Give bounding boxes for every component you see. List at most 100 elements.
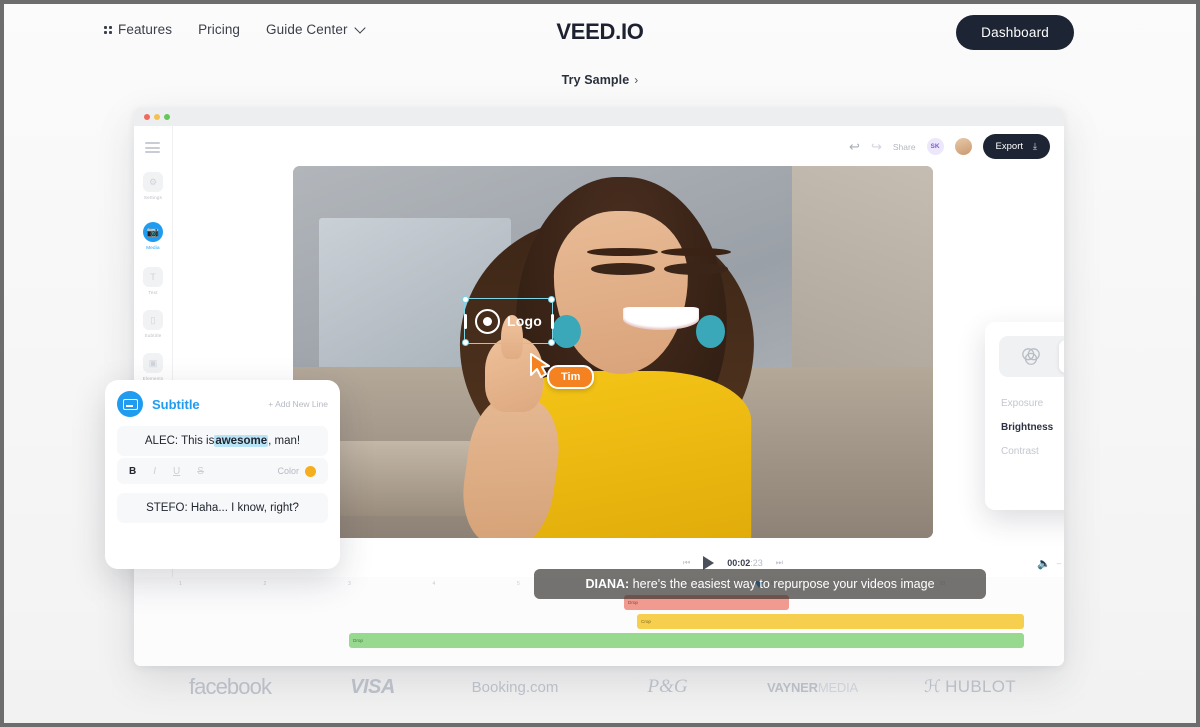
add-new-line-button[interactable]: + Add New Line: [268, 399, 328, 409]
video-caption[interactable]: DIANA: here's the easiest way to repurpo…: [534, 569, 986, 599]
caption-text: DIANA: here's the easiest way to repurpo…: [585, 577, 934, 591]
minimize-window-dot[interactable]: [154, 114, 160, 120]
export-button[interactable]: Export ⤓: [982, 134, 1050, 159]
volume-icon[interactable]: 🔈: [1037, 557, 1051, 570]
elements-icon: ▣: [143, 353, 163, 373]
sidebar-item-elements[interactable]: ▣ Elements: [134, 353, 172, 381]
adjust-row-exposure[interactable]: Exposure -24%: [1001, 391, 1064, 415]
person-eye-right: [664, 262, 729, 275]
close-window-dot[interactable]: [144, 114, 150, 120]
person-brow-left: [587, 247, 658, 256]
collaborator-cursor-tim: Tim: [529, 353, 595, 389]
redo-icon[interactable]: ↪: [871, 139, 882, 155]
window-titlebar: [134, 108, 1064, 126]
adjust-label-brightness: Brightness: [1001, 421, 1054, 433]
media-icon: 📷: [143, 222, 163, 242]
landing-page: Features Pricing Guide Center VEED.IO Da…: [4, 4, 1196, 723]
subtitle-panel: Subtitle + Add New Line ALEC: This is aw…: [105, 380, 340, 569]
adjust-row-brightness[interactable]: Brightness 37%: [1001, 415, 1064, 439]
color-swatch[interactable]: [305, 465, 316, 477]
ruler-tick: 3: [348, 581, 351, 587]
subtitle-line-1[interactable]: ALEC: This is awesome, man!: [117, 426, 328, 456]
skip-back-icon[interactable]: ⏮: [683, 558, 690, 568]
underline-button[interactable]: U: [173, 466, 180, 477]
resize-handle-top-right[interactable]: [548, 296, 555, 303]
chevron-right-icon: ›: [634, 73, 639, 87]
share-label[interactable]: Share: [893, 142, 916, 152]
dashboard-button[interactable]: Dashboard: [956, 15, 1074, 50]
tab-filters[interactable]: [1003, 340, 1059, 373]
sidebar-item-media[interactable]: 📷 Media: [134, 222, 172, 250]
ruler-tick: 1: [179, 581, 182, 587]
video-canvas[interactable]: [293, 166, 933, 538]
brand-vayner-main: VAYNER: [767, 679, 818, 695]
subtitle-icon: ▯: [143, 310, 163, 330]
gear-icon: ⚙: [143, 172, 163, 192]
resize-handle-bottom-right[interactable]: [548, 339, 555, 346]
brand-hublot-label: HUBLOT: [945, 677, 1016, 696]
adjustments-tabs: [999, 336, 1064, 377]
subtitle-icon: [117, 391, 143, 417]
time-main: 00:02: [727, 558, 751, 568]
cursor-label-tim: Tim: [547, 365, 595, 389]
playback-controls: ⏮ 00:02:23 ⏭: [293, 556, 1064, 570]
ruler-tick: 5: [517, 581, 520, 587]
top-navigation: Features Pricing Guide Center VEED.IO Da…: [4, 4, 1196, 60]
play-icon[interactable]: [703, 556, 715, 570]
adjustments-panel: Exposure -24% Brightness 37% Contrast -2…: [985, 322, 1064, 510]
subtitle-line1-post: , man!: [268, 435, 301, 447]
timeline-clip[interactable]: Drop: [349, 633, 1024, 648]
brand-logos: facebook VISA Booking.com P&G VAYNERMEDI…: [4, 674, 1196, 700]
avatar-initials: SK: [926, 138, 944, 155]
italic-button[interactable]: I: [153, 466, 156, 477]
avatar: [954, 138, 972, 155]
zoom-controls: – Fit to Screen + ⛶: [1057, 558, 1064, 568]
sidebar-item-subtitle[interactable]: ▯ Subtitle: [134, 310, 172, 338]
adjust-label-exposure: Exposure: [1001, 397, 1044, 409]
brand-hublot: ℋ HUBLOT: [888, 677, 1053, 697]
maximize-window-dot[interactable]: [164, 114, 170, 120]
person-brow-right: [661, 247, 732, 256]
logo-mark-icon: [474, 308, 500, 334]
zoom-out-button[interactable]: –: [1057, 559, 1061, 568]
timeline-clip[interactable]: Crop: [637, 614, 1024, 629]
try-sample-label: Try Sample: [561, 73, 630, 87]
brand-vaynermedia: VAYNERMEDIA: [738, 680, 888, 695]
subtitle-panel-header: Subtitle + Add New Line: [117, 391, 328, 417]
tab-adjust[interactable]: [1058, 340, 1064, 373]
editor-top-toolbar: ↩ ↪ Share SK Export ⤓: [849, 134, 1050, 159]
resize-handle-bottom-left[interactable]: [462, 339, 469, 346]
skip-forward-icon[interactable]: ⏭: [776, 558, 783, 568]
sidebar-label-text: Text: [148, 290, 158, 295]
person-eye-left: [590, 262, 655, 275]
strikethrough-button[interactable]: S: [197, 466, 204, 477]
hublot-mark-icon: ℋ: [924, 677, 942, 696]
logo-overlay-selection[interactable]: Logo: [462, 296, 555, 346]
subtitle-line-2[interactable]: STEFO: Haha... I know, right?: [117, 493, 328, 523]
adjustment-rows: Exposure -24% Brightness 37% Contrast -2…: [985, 391, 1064, 463]
resize-handle-right[interactable]: [550, 314, 554, 329]
resize-handle-top-left[interactable]: [462, 296, 469, 303]
person-smile: [622, 307, 700, 330]
filters-icon: [1022, 347, 1040, 365]
adjust-row-contrast[interactable]: Contrast -24%: [1001, 439, 1064, 463]
color-picker[interactable]: Color: [277, 465, 316, 477]
time-frames: :23: [750, 558, 763, 568]
sidebar-item-settings[interactable]: ⚙ Settings: [134, 172, 172, 200]
try-sample-link[interactable]: Try Sample ›: [4, 73, 1196, 87]
bold-button[interactable]: B: [129, 466, 136, 477]
caption-speaker: DIANA:: [585, 577, 630, 591]
undo-icon[interactable]: ↩: [849, 139, 860, 155]
sidebar-item-text[interactable]: T Text: [134, 267, 172, 295]
sidebar-label-subtitle: Subtitle: [144, 333, 162, 338]
color-label: Color: [277, 466, 299, 476]
menu-icon[interactable]: [145, 142, 160, 153]
adjust-label-contrast: Contrast: [1001, 445, 1039, 457]
download-icon: ⤓: [1033, 141, 1037, 151]
subtitle-line1-highlight: awesome: [214, 435, 269, 447]
resize-handle-left[interactable]: [463, 314, 467, 329]
logo-overlay-label: Logo: [506, 313, 542, 329]
brand-vayner-suffix: MEDIA: [817, 679, 858, 695]
brand-facebook: facebook: [188, 674, 272, 699]
subtitle-panel-title: Subtitle: [152, 396, 200, 412]
